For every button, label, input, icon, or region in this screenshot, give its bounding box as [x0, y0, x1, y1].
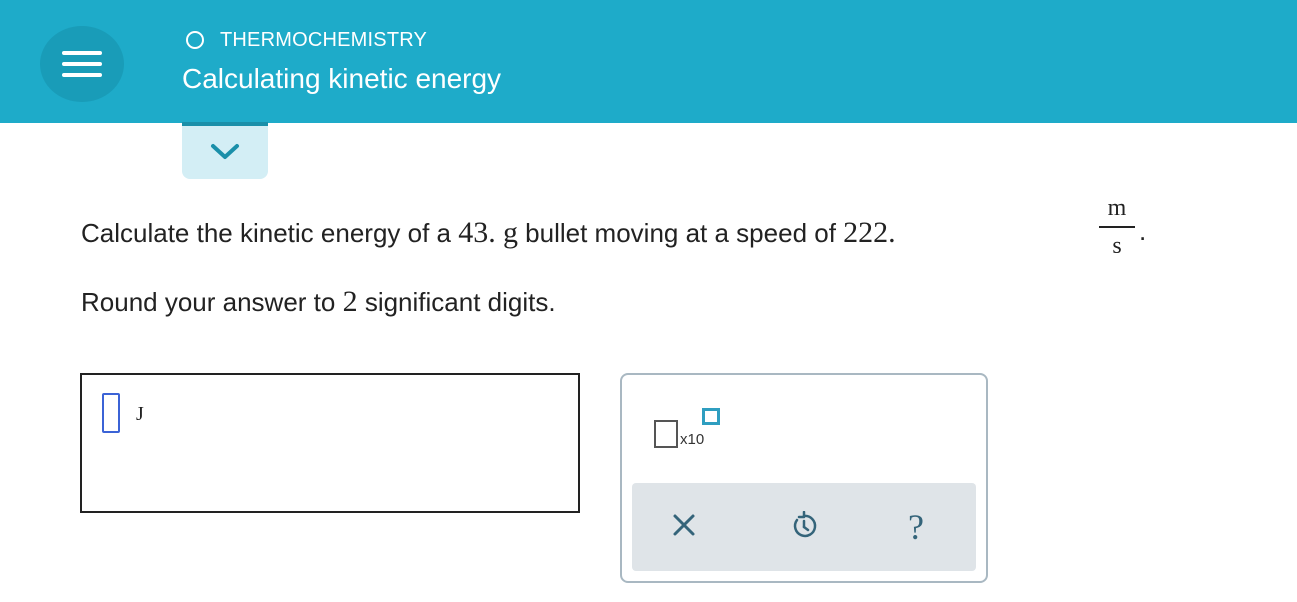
x-icon — [673, 514, 695, 536]
hamburger-icon-bar — [62, 62, 102, 66]
page-title: Calculating kinetic energy — [182, 63, 502, 94]
topic-row: THERMOCHEMISTRY — [186, 27, 427, 53]
question-middle: bullet moving at a speed of — [517, 218, 844, 248]
mass-unit: g — [502, 216, 518, 249]
topic-status-icon — [186, 31, 204, 49]
speed-unit-numerator: m — [1107, 195, 1127, 221]
sig-digits-value: 2 — [342, 285, 358, 318]
tool-panel: x10 ? — [620, 373, 988, 583]
scientific-notation-button[interactable]: x10 — [652, 405, 732, 451]
clear-button[interactable] — [662, 505, 706, 549]
chevron-down-icon — [211, 144, 239, 159]
help-button[interactable]: ? — [894, 505, 938, 549]
question-end-punctuation: . — [1139, 216, 1147, 246]
undo-icon — [793, 511, 817, 538]
hamburger-icon-bar — [62, 73, 102, 77]
fraction-bar — [1099, 226, 1135, 228]
instruction-prefix: Round your answer to — [81, 287, 343, 317]
speed-unit-fraction: m s — [1097, 192, 1137, 262]
answer-unit: J — [136, 403, 144, 425]
rounding-instruction: Round your answer to 2 significant digit… — [81, 285, 556, 319]
expand-button[interactable] — [182, 122, 268, 179]
exponent-placeholder-icon — [702, 408, 720, 425]
speed-unit-denominator: s — [1112, 233, 1122, 259]
answer-input[interactable] — [102, 393, 120, 433]
hamburger-icon — [62, 51, 102, 55]
times-ten-label: x10 — [680, 431, 705, 448]
topic-label: THERMOCHEMISTRY — [220, 28, 428, 51]
undo-button[interactable] — [782, 505, 826, 549]
instruction-suffix: significant digits. — [357, 287, 556, 317]
header-bar: THERMOCHEMISTRY Calculating kinetic ener… — [0, 0, 1297, 123]
base-placeholder-icon — [654, 420, 678, 448]
menu-button[interactable] — [40, 26, 124, 102]
question-text: Calculate the kinetic energy of a 43. g … — [81, 216, 896, 250]
mass-value: 43. — [458, 216, 496, 249]
answer-box: J — [80, 373, 580, 513]
speed-value: 222. — [843, 216, 896, 249]
question-prefix: Calculate the kinetic energy of a — [81, 218, 459, 248]
action-bar: ? — [632, 483, 976, 571]
